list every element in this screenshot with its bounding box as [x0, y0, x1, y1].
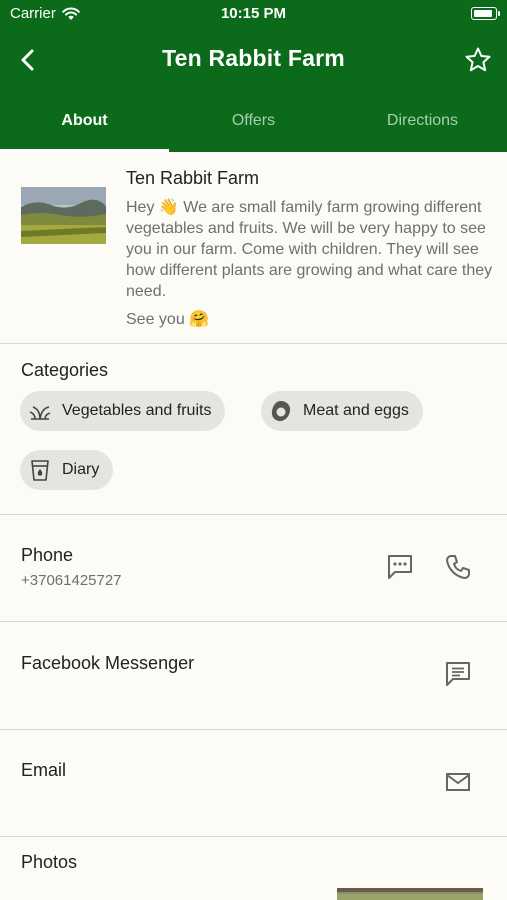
navigation-bar: Ten Rabbit Farm	[0, 38, 507, 82]
category-chip-meat-eggs[interactable]: Meat and eggs	[261, 391, 423, 431]
photos-section: Photos	[0, 837, 507, 900]
farm-name: Ten Rabbit Farm	[126, 168, 260, 188]
email-label: Email	[21, 760, 67, 780]
farm-photo[interactable]	[337, 888, 483, 900]
mail-icon[interactable]	[444, 768, 472, 796]
milk-icon	[28, 458, 52, 482]
farm-thumbnail[interactable]	[21, 187, 106, 244]
category-chip-diary[interactable]: Diary	[20, 450, 114, 490]
categories-section: Categories Vegetables and fruits Meat an…	[0, 344, 507, 515]
sprout-icon	[28, 399, 52, 423]
category-chip-vegetables[interactable]: Vegetables and fruits	[20, 391, 226, 431]
category-label: Meat and eggs	[303, 402, 409, 419]
star-outline-icon[interactable]	[463, 45, 493, 75]
photos-title: Photos	[21, 852, 78, 872]
status-bar: Carrier 10:15 PM	[0, 0, 507, 28]
tab-offers[interactable]: Offers	[169, 100, 338, 152]
app-header: Carrier 10:15 PM Ten Rabbit Farm About O…	[0, 0, 507, 152]
tab-bar: About Offers Directions	[0, 100, 507, 152]
message-icon[interactable]	[444, 660, 472, 688]
tab-directions[interactable]: Directions	[338, 100, 507, 152]
status-time: 10:15 PM	[220, 5, 287, 22]
messenger-row[interactable]: Facebook Messenger	[0, 622, 507, 730]
category-label: Diary	[62, 461, 100, 478]
battery-icon	[471, 7, 500, 20]
categories-title: Categories	[21, 360, 109, 380]
about-section: Ten Rabbit Farm Hey 👋 We are small famil…	[0, 152, 507, 344]
farm-description: Hey 👋 We are small family farm growing d…	[126, 199, 493, 300]
chevron-left-icon[interactable]	[14, 46, 42, 74]
egg-icon	[269, 399, 293, 423]
phone-icon[interactable]	[444, 553, 472, 581]
category-label: Vegetables and fruits	[62, 402, 212, 419]
sms-icon[interactable]	[386, 553, 414, 581]
messenger-label: Facebook Messenger	[21, 653, 195, 673]
email-row[interactable]: Email	[0, 730, 507, 837]
phone-label: Phone	[21, 545, 74, 565]
phone-number: +37061425727	[21, 572, 122, 589]
phone-row: Phone +37061425727	[0, 515, 507, 622]
page-title: Ten Rabbit Farm	[162, 45, 345, 71]
tab-about[interactable]: About	[0, 100, 169, 152]
farm-greeting: See you 🤗	[126, 311, 210, 328]
